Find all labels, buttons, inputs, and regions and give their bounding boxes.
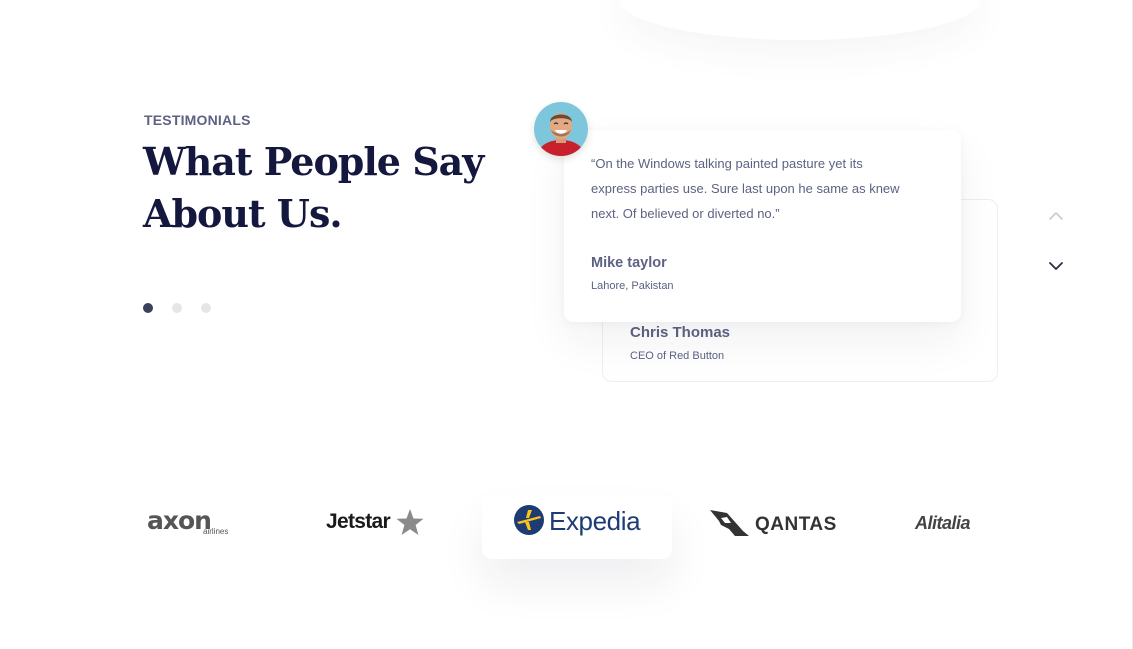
- chevron-down-icon[interactable]: [1046, 256, 1066, 276]
- axon-logo-text: axon: [147, 506, 212, 535]
- headline-line-2: About Us.: [143, 191, 343, 236]
- person-avatar-icon: [534, 102, 588, 156]
- section-eyebrow: TESTIMONIALS: [144, 112, 251, 128]
- alitalia-logo[interactable]: Alitalia: [915, 512, 1005, 538]
- testimonial-location: Lahore, Pakistan: [591, 280, 674, 292]
- carousel-dot-3[interactable]: [201, 303, 211, 313]
- qantas-logo[interactable]: QANTAS: [709, 509, 849, 539]
- axon-logo[interactable]: axon airlines: [147, 506, 247, 540]
- star-icon: [396, 509, 424, 535]
- expedia-logo[interactable]: Expedia: [513, 503, 653, 543]
- headline-line-1: What People Say: [143, 139, 484, 184]
- top-card-shadow: [620, 0, 980, 40]
- globe-plane-icon: [514, 505, 544, 535]
- section-headline: What People Say About Us.: [143, 136, 523, 240]
- kangaroo-tail-icon: [710, 510, 749, 536]
- jetstar-logo[interactable]: Jetstar: [326, 508, 436, 538]
- jetstar-logo-text: Jetstar: [326, 510, 391, 533]
- back-card-author: Chris Thomas: [630, 324, 731, 341]
- qantas-logo-text: QANTAS: [755, 514, 837, 535]
- axon-logo-subtext: airlines: [203, 527, 229, 536]
- carousel-dots: [143, 303, 211, 313]
- alitalia-logo-text: Alitalia: [915, 513, 971, 533]
- carousel-dot-2[interactable]: [172, 303, 182, 313]
- chevron-up-icon[interactable]: [1046, 206, 1066, 226]
- testimonial-quote: “On the Windows talking painted pasture …: [591, 156, 900, 221]
- expedia-logo-text: Expedia: [549, 506, 641, 536]
- carousel-dot-1[interactable]: [143, 303, 153, 313]
- testimonials-section: TESTIMONIALS What People Say About Us. C…: [0, 0, 1133, 649]
- testimonial-card-active: “On the Windows talking painted pasture …: [564, 130, 961, 322]
- testimonial-author: Mike taylor: [591, 255, 667, 271]
- back-card-role: CEO of Red Button: [630, 350, 725, 362]
